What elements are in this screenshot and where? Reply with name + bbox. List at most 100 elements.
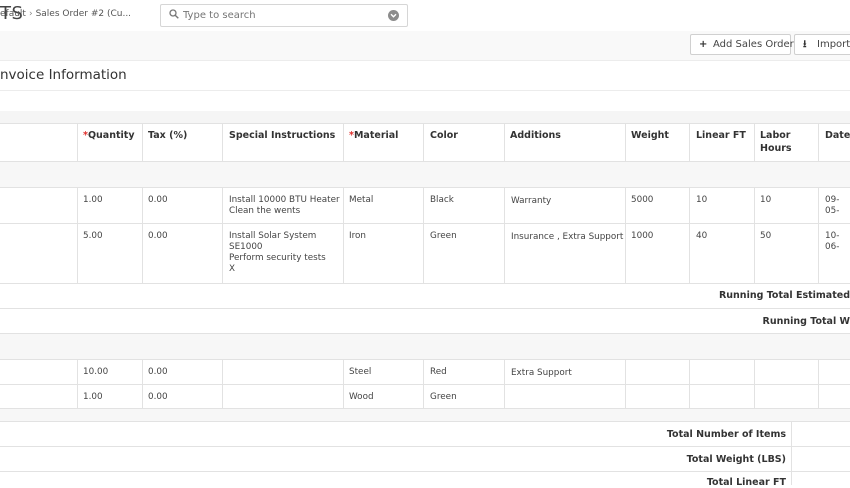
import-button[interactable]: ⭳ Import xyxy=(794,34,850,55)
grid-col xyxy=(689,187,690,283)
table-top-strip xyxy=(0,111,850,123)
col-header-tax[interactable]: Tax (%) xyxy=(148,129,187,142)
breadcrumb-separator-icon: › xyxy=(28,9,33,19)
group-band-1 xyxy=(0,161,850,187)
col-header-labor-hours[interactable]: Labor Hours xyxy=(760,129,792,155)
totals-band xyxy=(0,409,850,421)
breadcrumb: efault › Sales Order #2 (Cu... xyxy=(0,9,131,19)
cell-color[interactable]: Red xyxy=(430,367,447,378)
add-sales-order-button[interactable]: + Add Sales Order xyxy=(690,34,794,55)
grid-col xyxy=(222,359,223,408)
cell-color[interactable]: Green xyxy=(430,231,457,242)
grid-line xyxy=(0,161,850,162)
grid-col xyxy=(754,123,755,161)
grid-line xyxy=(0,408,850,409)
grid-line xyxy=(0,384,850,385)
col-header-material[interactable]: *Material xyxy=(349,129,398,142)
search-icon xyxy=(169,9,179,19)
running-total-w-label: Running Total W xyxy=(762,316,850,327)
search-input[interactable] xyxy=(183,8,383,23)
grid-col xyxy=(343,187,344,283)
cell-special-line: Clean the wents xyxy=(229,206,301,216)
cell-labor-hours[interactable]: 50 xyxy=(760,231,771,242)
grid-col xyxy=(423,123,424,161)
cell-special-line: Install Solar System xyxy=(229,231,317,241)
plus-icon: + xyxy=(699,39,708,50)
grid-line xyxy=(0,283,850,284)
cell-quantity[interactable]: 10.00 xyxy=(83,367,108,378)
cell-tax[interactable]: 0.00 xyxy=(148,367,168,378)
cell-quantity[interactable]: 1.00 xyxy=(83,392,103,403)
cell-linear-ft[interactable]: 10 xyxy=(696,195,707,206)
search-box[interactable] xyxy=(160,4,408,27)
col-header-date[interactable]: Date xyxy=(825,129,850,142)
grid-col xyxy=(222,187,223,283)
cell-quantity[interactable]: 1.00 xyxy=(83,195,103,206)
cell-material[interactable]: Steel xyxy=(349,367,371,378)
grid-col xyxy=(504,187,505,283)
grid-col xyxy=(818,187,819,283)
running-total-estimated-label: Running Total Estimated xyxy=(718,290,850,301)
cell-tax[interactable]: 0.00 xyxy=(148,231,168,242)
grid-col xyxy=(754,359,755,408)
cell-weight[interactable]: 5000 xyxy=(631,195,653,206)
grid-col xyxy=(504,359,505,408)
cell-material[interactable]: Metal xyxy=(349,195,373,206)
total-linear-ft-label: Total Linear FT xyxy=(706,477,786,488)
cell-date[interactable]: 09-05- xyxy=(825,195,850,217)
grid-line xyxy=(0,308,850,309)
grid-col xyxy=(818,123,819,161)
section-title: nvoice Information xyxy=(0,67,127,83)
grid-col xyxy=(625,359,626,408)
col-header-color[interactable]: Color xyxy=(430,129,458,142)
chevron-down-icon[interactable] xyxy=(388,10,399,21)
cell-color[interactable]: Black xyxy=(430,195,454,206)
col-header-weight[interactable]: Weight xyxy=(631,129,669,142)
grid-col xyxy=(423,187,424,283)
grid-line xyxy=(0,421,850,422)
col-header-linear-ft[interactable]: Linear FT xyxy=(696,129,746,142)
grid-col xyxy=(504,123,505,161)
total-weight-label: Total Weight (LBS) xyxy=(686,454,786,465)
total-number-of-items-label: Total Number of Items xyxy=(666,429,786,440)
cell-special-instructions[interactable]: Install Solar System SE1000 Perform securi… xyxy=(229,231,326,275)
cell-material[interactable]: Iron xyxy=(349,231,366,242)
grid-col xyxy=(343,123,344,161)
breadcrumb-item-sales-order[interactable]: Sales Order #2 (Cu... xyxy=(36,9,131,19)
grid-line xyxy=(0,359,850,360)
cell-labor-hours[interactable]: 10 xyxy=(760,195,771,206)
grid-col xyxy=(77,123,78,161)
grid-line xyxy=(0,333,850,334)
grid-line xyxy=(0,223,850,224)
cell-additions[interactable]: Warranty xyxy=(511,196,551,207)
grid-col xyxy=(222,123,223,161)
col-header-labor-line2: Hours xyxy=(760,143,792,154)
import-label: Import xyxy=(817,39,850,50)
col-header-quantity[interactable]: *Quantity xyxy=(83,129,135,142)
cell-color[interactable]: Green xyxy=(430,392,457,403)
cell-material[interactable]: Wood xyxy=(349,392,374,403)
download-icon: ⭳ xyxy=(803,39,807,50)
cell-tax[interactable]: 0.00 xyxy=(148,195,168,206)
cell-additions[interactable]: Extra Support xyxy=(511,368,572,379)
cell-quantity[interactable]: 5.00 xyxy=(83,231,103,242)
col-header-material-label: Material xyxy=(353,130,399,141)
grid-col xyxy=(818,359,819,408)
grid-col xyxy=(754,187,755,283)
cell-special-line: Install 10000 BTU Heater xyxy=(229,195,340,205)
cell-date[interactable]: 10-06- xyxy=(825,231,850,253)
cell-tax[interactable]: 0.00 xyxy=(148,392,168,403)
col-header-special-instructions[interactable]: Special Instructions xyxy=(229,129,335,142)
cell-linear-ft[interactable]: 40 xyxy=(696,231,707,242)
grid-col xyxy=(77,187,78,283)
col-header-quantity-label: Quantity xyxy=(87,130,135,141)
grid-col xyxy=(142,187,143,283)
breadcrumb-item-default[interactable]: efault xyxy=(0,9,26,19)
cell-additions[interactable]: Insurance , Extra Support xyxy=(511,232,623,243)
cell-special-instructions[interactable]: Install 10000 BTU Heater Clean the wents xyxy=(229,195,340,217)
col-header-additions[interactable]: Additions xyxy=(510,129,561,142)
section-divider xyxy=(0,90,850,91)
group-band-2 xyxy=(0,333,850,359)
grid-line xyxy=(0,446,850,447)
cell-weight[interactable]: 1000 xyxy=(631,231,653,242)
